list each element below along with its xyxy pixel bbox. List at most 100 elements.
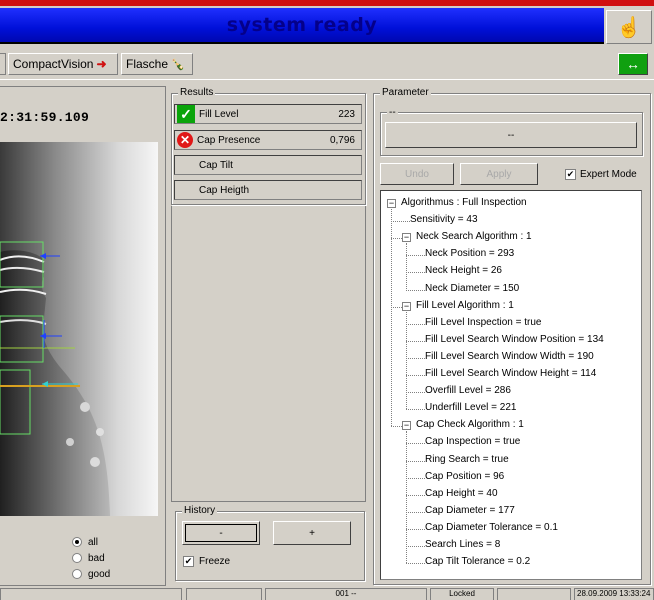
tree-connector bbox=[391, 306, 402, 308]
tree-connector bbox=[406, 409, 425, 411]
tree-node[interactable]: Neck Search Algorithm : 1 bbox=[416, 231, 532, 242]
tree-guide-line bbox=[391, 209, 392, 427]
results-title: Results bbox=[178, 87, 216, 98]
undo-button[interactable]: Undo bbox=[380, 163, 454, 185]
freeze-checkbox[interactable]: ✔ Freeze bbox=[183, 556, 230, 567]
tree-connector bbox=[406, 460, 425, 462]
tree-connector bbox=[406, 563, 425, 565]
parameter-select-button[interactable]: -- bbox=[385, 122, 637, 148]
status-cell-datetime: 28.09.2009 13:33:24 bbox=[574, 588, 654, 600]
tree-node[interactable]: Cap Position = 96 bbox=[425, 471, 504, 482]
tree-guide-line bbox=[406, 243, 407, 290]
tree-connector bbox=[406, 375, 425, 376]
tree-collapse-icon[interactable]: − bbox=[402, 301, 411, 311]
tree-node[interactable]: Fill Level Search Window Width = 190 bbox=[425, 351, 594, 362]
tree-connector bbox=[406, 357, 425, 359]
tree-connector bbox=[406, 511, 425, 513]
status-title-bar: system ready bbox=[0, 8, 604, 44]
tree-connector bbox=[406, 323, 425, 325]
filter-option-all[interactable]: all bbox=[72, 534, 110, 550]
tree-node[interactable]: Cap Height = 40 bbox=[425, 488, 498, 499]
tree-node[interactable]: Algorithmus : Full Inspection bbox=[401, 197, 527, 208]
tree-node[interactable]: Cap Tilt Tolerance = 0.2 bbox=[425, 556, 530, 567]
tree-node[interactable]: Search Lines = 8 bbox=[425, 539, 500, 550]
hand-icon: ☝ bbox=[616, 16, 642, 39]
tree-node[interactable]: Cap Check Algorithm : 1 bbox=[416, 419, 524, 430]
status-cell-lock: Locked bbox=[430, 588, 494, 600]
compactvision-button[interactable]: CompactVision ➜ bbox=[8, 53, 118, 75]
toolbar: CompactVision ➜ Flasche 🍾 bbox=[0, 48, 654, 80]
tree-node[interactable]: Neck Position = 293 bbox=[425, 248, 514, 259]
checkbox-checked-icon: ✔ bbox=[183, 556, 194, 567]
exchange-button[interactable]: ↔ bbox=[618, 53, 648, 75]
flasche-label: Flasche bbox=[126, 57, 169, 71]
tree-connector bbox=[406, 443, 425, 445]
tree-node[interactable]: Cap Diameter = 177 bbox=[425, 505, 515, 516]
tree-node[interactable]: Fill Level Algorithm : 1 bbox=[416, 300, 514, 311]
tree-node[interactable]: Neck Height = 26 bbox=[425, 265, 502, 276]
apply-button[interactable]: Apply bbox=[460, 163, 538, 185]
compactvision-label: CompactVision bbox=[13, 57, 94, 71]
tree-guide-line bbox=[406, 311, 407, 410]
tree-node[interactable]: Cap Diameter Tolerance = 0.1 bbox=[425, 522, 558, 533]
status-cell-5 bbox=[497, 588, 571, 600]
result-row-cap-heigth[interactable]: Cap Heigth bbox=[174, 180, 362, 200]
tree-connector bbox=[406, 272, 425, 274]
status-cell-frame: 001 -- bbox=[265, 588, 427, 600]
tree-connector bbox=[406, 255, 425, 257]
tree-connector bbox=[406, 494, 425, 496]
checkbox-checked-icon: ✔ bbox=[565, 169, 576, 180]
arrow-right-icon: ➜ bbox=[96, 57, 107, 71]
bottle-icon: 🍾 bbox=[171, 58, 185, 71]
status-cell-1 bbox=[0, 588, 182, 600]
tree-node[interactable]: Fill Level Inspection = true bbox=[425, 317, 541, 328]
result-row-cap-tilt[interactable]: Cap Tilt bbox=[174, 155, 362, 175]
tree-collapse-icon[interactable]: − bbox=[387, 199, 396, 208]
tree-connector bbox=[391, 221, 410, 223]
flasche-button[interactable]: Flasche 🍾 bbox=[121, 53, 193, 75]
tree-connector bbox=[391, 426, 402, 428]
parameter-sub-title: -- bbox=[387, 107, 398, 118]
bottle-image bbox=[0, 142, 158, 516]
tree-node[interactable]: Fill Level Search Window Height = 114 bbox=[425, 368, 596, 379]
camera-image[interactable] bbox=[0, 142, 158, 516]
parameter-tree[interactable]: − Algorithmus : Full Inspection Sensitivit… bbox=[380, 190, 642, 580]
history-next-button[interactable]: + bbox=[273, 521, 351, 545]
system-status-text: system ready bbox=[226, 14, 378, 36]
result-row-fill-level[interactable]: ✓ Fill Level 223 bbox=[174, 104, 362, 124]
parameter-title: Parameter bbox=[380, 87, 431, 98]
tree-node[interactable]: Overfill Level = 286 bbox=[425, 385, 511, 396]
expert-mode-checkbox[interactable]: ✔ Expert Mode bbox=[565, 169, 637, 180]
tree-node[interactable]: Sensitivity = 43 bbox=[410, 214, 478, 225]
results-empty-area bbox=[171, 206, 366, 502]
radio-icon bbox=[72, 553, 82, 563]
history-prev-button[interactable]: - bbox=[182, 521, 260, 545]
tree-node[interactable]: Fill Level Search Window Position = 134 bbox=[425, 334, 604, 345]
tree-connector bbox=[406, 546, 425, 547]
tree-collapse-icon[interactable]: − bbox=[402, 421, 411, 431]
check-icon: ✓ bbox=[177, 105, 195, 123]
error-icon: ✕ bbox=[177, 132, 193, 148]
result-row-cap-presence[interactable]: ✕ Cap Presence 0,796 bbox=[174, 130, 362, 150]
tree-node[interactable]: Cap Inspection = true bbox=[425, 436, 520, 447]
tree-node[interactable]: Ring Search = true bbox=[425, 454, 509, 465]
home-button[interactable]: ☝ bbox=[606, 10, 652, 44]
double-arrow-icon: ↔ bbox=[626, 56, 640, 72]
tree-connector bbox=[406, 528, 425, 530]
tree-collapse-icon[interactable]: − bbox=[402, 233, 411, 243]
status-bar: 001 -- Locked 28.09.2009 13:33:24 bbox=[0, 588, 654, 600]
image-timestamp: 2:31:59.109 bbox=[0, 110, 90, 125]
tree-connector bbox=[406, 289, 425, 291]
toolbar-left-stub[interactable] bbox=[0, 53, 6, 75]
tree-connector bbox=[406, 392, 425, 394]
filter-option-bad[interactable]: bad bbox=[72, 550, 110, 566]
radio-icon bbox=[72, 537, 82, 547]
status-cell-2 bbox=[186, 588, 262, 600]
filter-option-good[interactable]: good bbox=[72, 566, 110, 582]
radio-icon bbox=[72, 569, 82, 579]
tree-connector bbox=[406, 477, 425, 479]
top-accent-bar bbox=[0, 0, 654, 6]
tree-node[interactable]: Neck Diameter = 150 bbox=[425, 283, 519, 294]
tree-node[interactable]: Underfill Level = 221 bbox=[425, 402, 516, 413]
history-title: History bbox=[182, 505, 218, 516]
